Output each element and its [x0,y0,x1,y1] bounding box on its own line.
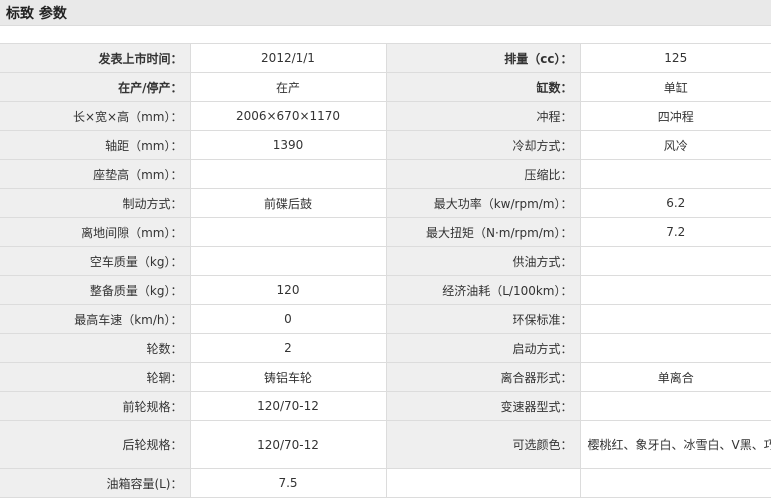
spec-value: 2012/1/1 [189,43,387,73]
spec-label: 环保标准： [385,304,581,334]
spec-value: 120/70-12 [189,420,387,469]
spec-value: 单离合 [579,362,771,392]
table-row: 轮辋： 铸铝车轮 离合器形式： 单离合 [0,362,771,392]
spec-value: 120/70-12 [189,391,387,421]
spec-value [579,304,771,334]
spec-value [579,246,771,276]
spec-value: 在产 [189,72,387,102]
table-row: 在产/停产： 在产 缸数： 单缸 [0,72,771,102]
spec-label: 离合器形式： [385,362,581,392]
spec-label: 最高车速（km/h）： [0,304,191,334]
spec-value [189,246,387,276]
spec-label: 启动方式： [385,333,581,363]
table-row: 后轮规格： 120/70-12 可选颜色： 樱桃红、象牙白、冰雪白、V黑、巧克力… [0,420,771,469]
spec-label: 供油方式： [385,246,581,276]
spec-value: 125 [579,43,771,73]
table-row: 长×宽×高（mm）： 2006×670×1170 冲程： 四冲程 [0,101,771,131]
spec-label: 压缩比： [385,159,581,189]
spec-label: 冲程： [385,101,581,131]
spec-label: 轮辋： [0,362,191,392]
spec-label: 长×宽×高（mm）： [0,101,191,131]
spec-label: 可选颜色： [385,420,581,469]
spec-label: 油箱容量(L)： [0,468,191,498]
table-row: 最高车速（km/h）： 0 环保标准： [0,304,771,334]
spec-value: 风冷 [579,130,771,160]
spec-label: 最大扭矩（N·m/rpm/m）： [385,217,581,247]
spec-value: 7.5 [189,468,387,498]
spec-value [579,275,771,305]
table-row: 座垫高（mm）： 压缩比： [0,159,771,189]
table-row: 整备质量（kg）： 120 经济油耗（L/100km）： [0,275,771,305]
spec-label: 冷却方式： [385,130,581,160]
spec-value: 0 [189,304,387,334]
table-row: 轴距（mm）： 1390 冷却方式： 风冷 [0,130,771,160]
spec-label: 轴距（mm）： [0,130,191,160]
spec-value [189,159,387,189]
spec-value: 2 [189,333,387,363]
table-row: 油箱容量(L)： 7.5 [0,468,771,498]
spec-value [579,333,771,363]
spec-label: 前轮规格： [0,391,191,421]
spec-label: 发表上市时间： [0,43,191,73]
spec-label: 排量（cc）： [385,43,581,73]
spec-value: 120 [189,275,387,305]
spec-value [579,468,771,498]
spec-label: 缸数： [385,72,581,102]
spec-label: 最大功率（kw/rpm/m）： [385,188,581,218]
table-row: 空车质量（kg）： 供油方式： [0,246,771,276]
spec-label: 座垫高（mm）： [0,159,191,189]
spec-label: 经济油耗（L/100km）： [385,275,581,305]
spec-value: 樱桃红、象牙白、冰雪白、V黑、巧克力、闪银蓝 [579,420,771,469]
spec-value [189,217,387,247]
spec-label: 整备质量（kg）： [0,275,191,305]
header-spacer [0,26,771,43]
page-title: 标致 参数 [6,5,67,22]
table-row: 前轮规格： 120/70-12 变速器型式： [0,391,771,421]
spec-label: 空车质量（kg）： [0,246,191,276]
spec-label: 制动方式： [0,188,191,218]
spec-value [579,391,771,421]
page-header: 标致 参数 [0,0,771,26]
spec-label: 变速器型式： [385,391,581,421]
table-row: 轮数： 2 启动方式： [0,333,771,363]
spec-label: 轮数： [0,333,191,363]
spec-label: 后轮规格： [0,420,191,469]
table-row: 离地间隙（mm）： 最大扭矩（N·m/rpm/m）： 7.2 [0,217,771,247]
spec-value: 6.2 [579,188,771,218]
spec-label [385,468,581,498]
spec-label: 离地间隙（mm）： [0,217,191,247]
spec-value: 2006×670×1170 [189,101,387,131]
table-row: 制动方式： 前碟后鼓 最大功率（kw/rpm/m）： 6.2 [0,188,771,218]
spec-value: 单缸 [579,72,771,102]
spec-value: 铸铝车轮 [189,362,387,392]
spec-value [579,159,771,189]
spec-label: 在产/停产： [0,72,191,102]
spec-value: 7.2 [579,217,771,247]
spec-value: 四冲程 [579,101,771,131]
table-row: 发表上市时间： 2012/1/1 排量（cc）： 125 [0,43,771,73]
spec-table: 发表上市时间： 2012/1/1 排量（cc）： 125 在产/停产： 在产 缸… [0,43,771,498]
spec-value: 1390 [189,130,387,160]
spec-value: 前碟后鼓 [189,188,387,218]
